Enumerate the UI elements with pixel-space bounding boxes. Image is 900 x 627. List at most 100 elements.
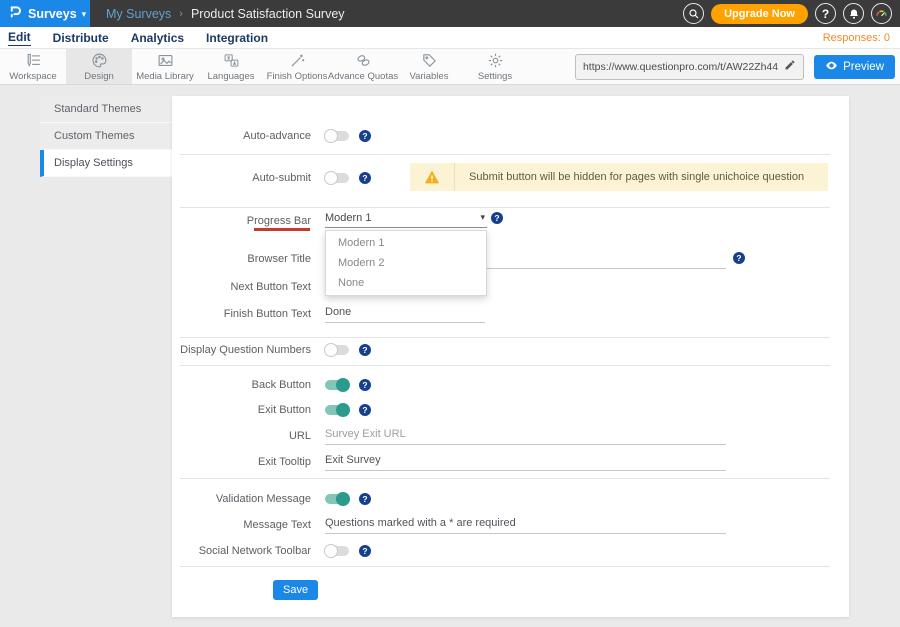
back-button-toggle[interactable]	[325, 380, 349, 390]
toggle-knob	[324, 129, 338, 143]
chevron-down-icon: ▾	[480, 212, 485, 223]
question-mark-icon: ?	[822, 7, 829, 21]
social-network-toolbar-toggle[interactable]	[325, 546, 349, 556]
exit-button-label: Exit Button	[172, 402, 311, 418]
nav-tab-analytics[interactable]: Analytics	[131, 31, 184, 45]
preview-label: Preview	[843, 61, 884, 73]
exit-tooltip-input[interactable]: Exit Survey	[325, 453, 726, 471]
breadcrumb-separator-icon: ›	[179, 8, 183, 20]
toolbar-item-settings[interactable]: Settings	[462, 49, 528, 84]
message-text-input[interactable]: Questions marked with a * are required	[325, 516, 726, 534]
app-window: Surveys ▾ My Surveys › Product Satisfact…	[0, 0, 900, 627]
topbar: Surveys ▾ My Surveys › Product Satisfact…	[0, 0, 900, 27]
toggle-knob	[336, 378, 350, 392]
responses-count[interactable]: Responses: 0	[823, 32, 890, 44]
validation-message-row: Validation Message ?	[172, 491, 849, 507]
breadcrumb-my-surveys[interactable]: My Surveys	[106, 7, 171, 21]
validation-message-label: Validation Message	[172, 491, 311, 507]
topbar-actions: Upgrade Now ?	[683, 3, 900, 24]
help-icon[interactable]: ?	[359, 545, 371, 557]
sidebar-item-standard-themes[interactable]: Standard Themes	[40, 96, 172, 123]
help-icon[interactable]: ?	[359, 493, 371, 505]
sidebar-item-custom-themes[interactable]: Custom Themes	[40, 123, 172, 150]
toolbar-item-variables[interactable]: Variables	[396, 49, 462, 84]
upgrade-now-button[interactable]: Upgrade Now	[711, 4, 808, 24]
product-switcher[interactable]: Surveys ▾	[0, 0, 90, 27]
toggle-knob	[324, 544, 338, 558]
progress-bar-selected-value: Modern 1	[325, 212, 371, 224]
display-settings-panel: Auto-advance ? Auto-submit ?	[172, 96, 849, 617]
exit-url-input[interactable]: Survey Exit URL	[325, 427, 726, 445]
notifications-button[interactable]	[843, 3, 864, 24]
save-button[interactable]: Save	[273, 580, 318, 600]
help-button[interactable]: ?	[815, 3, 836, 24]
help-icon[interactable]: ?	[359, 130, 371, 142]
variables-tag-icon	[421, 52, 438, 69]
back-button-row: Back Button ?	[172, 377, 849, 393]
section-divider	[180, 365, 830, 366]
exit-button-toggle[interactable]	[325, 405, 349, 415]
toolbar-label: Advance Quotas	[328, 71, 398, 82]
workspace-icon	[25, 52, 42, 69]
toolbar-item-workspace[interactable]: Workspace	[0, 49, 66, 84]
next-button-text-label: Next Button Text	[172, 279, 311, 295]
next-button-text-row: Next Button Text	[172, 279, 849, 295]
toolbar-item-finish-options[interactable]: Finish Options	[264, 49, 330, 84]
section-divider	[180, 154, 830, 155]
help-icon[interactable]: ?	[359, 379, 371, 391]
validation-message-toggle[interactable]	[325, 494, 349, 504]
auto-advance-toggle[interactable]	[325, 131, 349, 141]
progress-bar-row: Progress Bar	[172, 213, 849, 229]
dropdown-option-modern-1[interactable]: Modern 1	[326, 233, 486, 253]
toolbar-item-design[interactable]: Design	[66, 49, 132, 84]
social-network-toolbar-label: Social Network Toolbar	[172, 543, 311, 559]
display-question-numbers-toggle[interactable]	[325, 345, 349, 355]
nav-tab-distribute[interactable]: Distribute	[53, 31, 109, 45]
help-icon[interactable]: ?	[359, 172, 371, 184]
progress-bar-label: Progress Bar	[172, 213, 311, 229]
display-question-numbers-row: Display Question Numbers ?	[172, 342, 849, 358]
social-network-toolbar-row: Social Network Toolbar ?	[172, 543, 849, 559]
finish-button-text-input[interactable]: Done	[325, 305, 485, 323]
toolbar-item-media-library[interactable]: Media Library	[132, 49, 198, 84]
preview-button[interactable]: Preview	[814, 55, 895, 79]
dropdown-option-modern-2[interactable]: Modern 2	[326, 253, 486, 273]
auto-submit-toggle[interactable]	[325, 173, 349, 183]
toggle-knob	[324, 343, 338, 357]
design-palette-icon	[91, 52, 108, 69]
search-button[interactable]	[683, 3, 704, 24]
dropdown-option-none[interactable]: None	[326, 273, 486, 293]
help-icon[interactable]: ?	[359, 344, 371, 356]
nav-tab-integration[interactable]: Integration	[206, 31, 268, 45]
chevron-down-icon: ▾	[82, 9, 87, 20]
questionpro-logo-icon	[8, 4, 23, 24]
toolbar-label: Languages	[207, 71, 254, 82]
toolbar-label: Media Library	[136, 71, 194, 82]
warning-message: Submit button will be hidden for pages w…	[455, 171, 804, 183]
settings-gear-icon	[487, 52, 504, 69]
toolbar-item-languages[interactable]: Languages	[198, 49, 264, 84]
finish-button-text-row: Finish Button Text	[172, 306, 849, 322]
auto-advance-label: Auto-advance	[172, 128, 311, 144]
finish-button-text-label: Finish Button Text	[172, 306, 311, 322]
help-icon[interactable]: ?	[733, 252, 745, 264]
survey-url-field[interactable]: https://www.questionpro.com/t/AW22Zh44	[575, 54, 804, 80]
auto-submit-warning: Submit button will be hidden for pages w…	[410, 163, 828, 191]
auto-submit-label: Auto-submit	[172, 170, 311, 186]
message-text-label: Message Text	[172, 517, 311, 533]
toolbar-label: Finish Options	[267, 71, 328, 82]
edit-url-pencil-icon[interactable]	[784, 58, 796, 76]
survey-score-button[interactable]	[871, 3, 892, 24]
help-icon[interactable]: ?	[491, 212, 503, 224]
toolbar-item-advance-quotas[interactable]: Advance Quotas	[330, 49, 396, 84]
nav-tab-edit[interactable]: Edit	[8, 30, 31, 46]
auto-advance-row: Auto-advance ?	[172, 128, 849, 144]
sidebar-item-display-settings[interactable]: Display Settings	[40, 150, 172, 177]
annotation-underline	[254, 228, 310, 231]
browser-title-label: Browser Title	[172, 251, 311, 267]
progress-bar-select[interactable]: Modern 1 ▾	[325, 208, 487, 228]
design-toolbar: Workspace Design Media Library	[0, 48, 900, 85]
section-divider	[180, 207, 830, 208]
help-icon[interactable]: ?	[359, 404, 371, 416]
section-divider	[180, 337, 830, 338]
